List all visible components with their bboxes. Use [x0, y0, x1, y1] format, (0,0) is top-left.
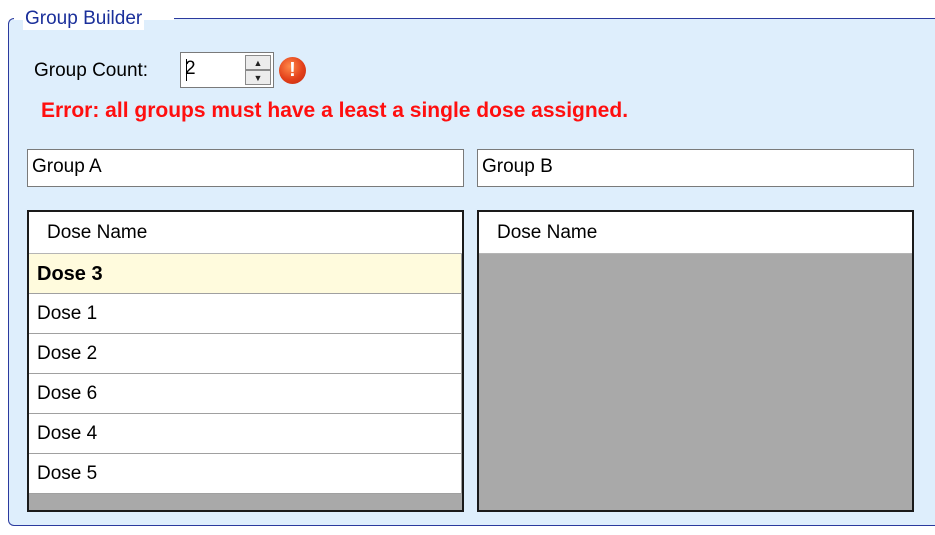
dose-row[interactable]: Dose 5: [29, 454, 462, 494]
dose-row[interactable]: Dose 2: [29, 334, 462, 374]
group-builder-title: Group Builder: [23, 8, 145, 30]
dose-row[interactable]: Dose 4: [29, 414, 462, 454]
group-count-label: Group Count:: [34, 60, 149, 81]
dose-row[interactable]: Dose 3: [29, 254, 462, 294]
spinner-up-button[interactable]: ▲: [245, 55, 271, 70]
group-count-spinner[interactable]: 2 ▲ ▼: [180, 52, 274, 88]
group-a-name-field[interactable]: Group A: [27, 149, 464, 187]
error-icon: !: [279, 57, 306, 84]
column-header-dose-name[interactable]: Dose Name: [479, 212, 912, 254]
chevron-down-icon: ▼: [253, 72, 263, 83]
group-b-name-field[interactable]: Group B: [477, 149, 914, 187]
chevron-up-icon: ▲: [253, 57, 263, 68]
group-a-dose-grid[interactable]: Dose Name Dose 3 Dose 1 Dose 2 Dose 6 Do…: [27, 210, 464, 512]
spinner-buttons: ▲ ▼: [245, 55, 271, 85]
dose-row[interactable]: Dose 6: [29, 374, 462, 414]
spinner-down-button[interactable]: ▼: [245, 70, 271, 85]
group-b-dose-grid[interactable]: Dose Name: [477, 210, 914, 512]
group-count-value[interactable]: 2: [185, 58, 196, 80]
column-header-dose-name[interactable]: Dose Name: [29, 212, 462, 254]
dose-row[interactable]: Dose 1: [29, 294, 462, 334]
error-message: Error: all groups must have a least a si…: [41, 99, 629, 122]
